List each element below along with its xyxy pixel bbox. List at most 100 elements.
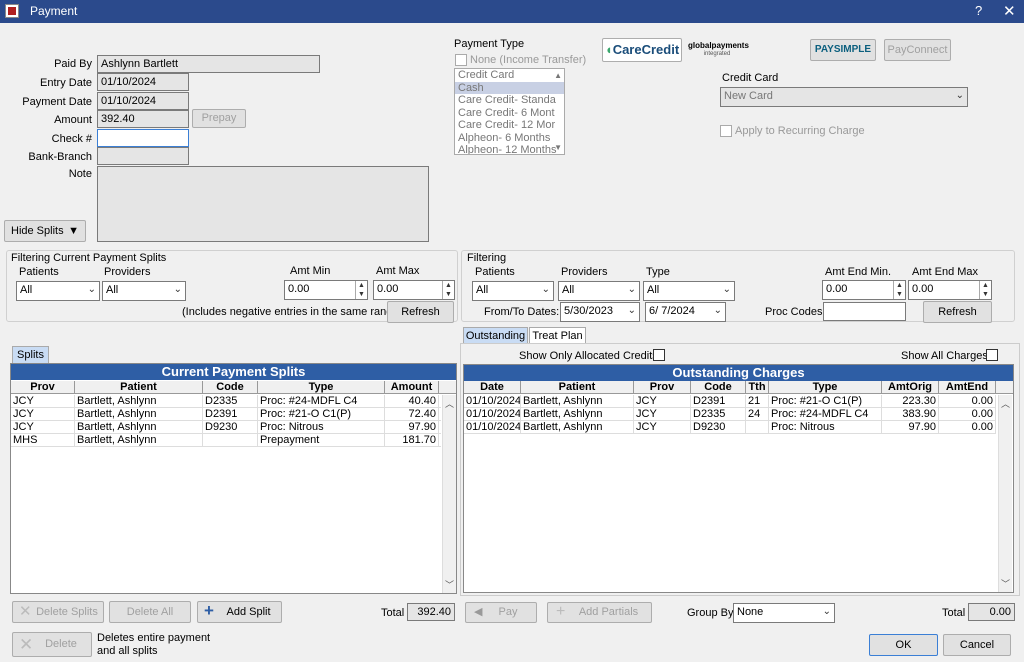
providers-select[interactable]: All ⌄	[102, 281, 186, 301]
cancel-button[interactable]: Cancel	[943, 634, 1011, 656]
close-button[interactable]: ✕	[1003, 2, 1016, 20]
filter-note: (Includes negative entries in the same r…	[182, 306, 403, 318]
group-by-select[interactable]: None ⌄	[733, 603, 835, 623]
out-providers-select[interactable]: All ⌄	[558, 281, 640, 301]
ok-button[interactable]: OK	[869, 634, 938, 656]
table-row[interactable]: MHS Bartlett, Ashlynn Prepayment 181.70	[11, 434, 441, 447]
delete-all-button[interactable]: Delete All	[109, 601, 191, 623]
bank-branch-field[interactable]	[97, 147, 189, 165]
out-type-value: All	[647, 284, 660, 296]
prepay-button[interactable]: Prepay	[192, 109, 246, 128]
paysimple-button[interactable]: PAYSIMPLE	[810, 39, 876, 61]
proc-codes-field[interactable]	[823, 302, 906, 321]
none-income-checkbox[interactable]	[455, 54, 467, 66]
column-header[interactable]: AmtOrig	[882, 381, 939, 393]
spinner-arrows-icon[interactable]: ▲ ▼	[355, 281, 367, 299]
tab-splits[interactable]: Splits	[12, 346, 49, 363]
spinner-arrows-icon[interactable]: ▲ ▼	[893, 281, 905, 299]
delete-button[interactable]: ✕ Delete	[12, 632, 92, 657]
from-date-value: 5/30/2023	[564, 305, 613, 317]
out-patients-select[interactable]: All ⌄	[472, 281, 554, 301]
show-all-charges-checkbox[interactable]	[986, 349, 998, 361]
tab-treat-plan[interactable]: Treat Plan	[529, 327, 586, 344]
amt-end-min-spinner[interactable]: 0.00 ▲ ▼	[822, 280, 906, 300]
add-split-button[interactable]: + Add Split	[197, 601, 282, 623]
column-header[interactable]: Code	[691, 381, 746, 393]
patients-value: All	[20, 284, 33, 296]
table-row[interactable]: 01/10/2024 Bartlett, Ashlynn JCY D2391 21 Pro…	[464, 395, 996, 408]
providers-label: Providers	[561, 266, 608, 278]
type-label: Type	[646, 266, 670, 278]
delete-icon: ✕	[19, 603, 32, 620]
table-row[interactable]: JCY Bartlett, Ashlynn D2391 Proc: #21-O C1(…	[11, 408, 441, 421]
scroll-up-icon[interactable]: ︿	[1001, 397, 1010, 410]
cell: 01/10/2024	[466, 395, 521, 407]
cell: Bartlett, Ashlynn	[75, 395, 203, 407]
splits-scrollbar[interactable]: ︿ ﹀	[442, 395, 456, 593]
column-header[interactable]: Patient	[521, 381, 634, 393]
outstanding-scrollbar[interactable]: ︿ ﹀	[998, 395, 1012, 592]
column-header[interactable]: Tth	[746, 381, 769, 393]
amt-min-spinner[interactable]: 0.00 ▲ ▼	[284, 280, 368, 300]
cell: 01/10/2024	[466, 408, 521, 420]
scroll-down-icon[interactable]: ﹀	[1001, 577, 1010, 590]
from-date-picker[interactable]: 5/30/2023 ⌄	[560, 302, 640, 322]
column-header[interactable]: Patient	[75, 381, 203, 393]
amt-max-spinner[interactable]: 0.00 ▲ ▼	[373, 280, 455, 300]
table-row[interactable]: JCY Bartlett, Ashlynn D9230 Proc: Nitrous 97…	[11, 421, 441, 434]
tab-outstanding[interactable]: Outstanding	[463, 327, 528, 344]
credit-card-select[interactable]: New Card ⌄	[720, 87, 968, 107]
patients-select[interactable]: All ⌄	[16, 281, 100, 301]
column-header[interactable]: Amount	[385, 381, 439, 393]
table-row[interactable]: JCY Bartlett, Ashlynn D2335 Proc: #24-MDFL …	[11, 395, 441, 408]
payment-date-field[interactable]: 01/10/2024	[97, 92, 189, 110]
list-item[interactable]: Alpheon- 12 Months	[455, 144, 564, 154]
payment-type-list[interactable]: Credit Card Cash Care Credit- Standa Car…	[454, 68, 565, 155]
column-header[interactable]: Date	[464, 381, 521, 393]
recurring-checkbox[interactable]	[720, 125, 732, 137]
cell: 181.70	[385, 434, 439, 446]
spinner-arrows-icon[interactable]: ▲ ▼	[442, 281, 454, 299]
amount-label: Amount	[54, 114, 92, 126]
column-header[interactable]: Prov	[11, 381, 75, 393]
delete-splits-button[interactable]: ✕ Delete Splits	[12, 601, 104, 623]
spinner-arrows-icon[interactable]: ▲ ▼	[979, 281, 991, 299]
table-row[interactable]: 01/10/2024 Bartlett, Ashlynn JCY D2335 24 Pro…	[464, 408, 996, 421]
refresh-outstanding-button[interactable]: Refresh	[923, 301, 992, 323]
cell: 0.00	[939, 395, 996, 407]
list-item[interactable]: Care Credit- 12 Mor	[455, 119, 564, 132]
carecredit-button[interactable]: ◖CareCredit	[602, 38, 682, 62]
amount-field[interactable]: 392.40	[97, 110, 189, 128]
pay-button[interactable]: ◀ Pay	[465, 602, 537, 623]
refresh-splits-button[interactable]: Refresh	[387, 301, 454, 323]
hide-splits-button[interactable]: Hide Splits ▼	[4, 220, 86, 242]
list-item[interactable]: Care Credit- 6 Mont	[455, 107, 564, 120]
list-item[interactable]: Alpheon- 6 Months	[455, 132, 564, 145]
scroll-up-icon[interactable]: ▲	[554, 71, 562, 80]
out-type-select[interactable]: All ⌄	[643, 281, 735, 301]
globalpayments-button[interactable]: globalpayments integrated	[688, 41, 749, 59]
amt-end-max-spinner[interactable]: 0.00 ▲ ▼	[908, 280, 992, 300]
payconnect-button[interactable]: PayConnect	[884, 39, 951, 61]
patients-label: Patients	[19, 266, 59, 278]
scroll-down-icon[interactable]: ﹀	[445, 578, 454, 591]
cell: D2335	[203, 395, 258, 407]
scroll-down-icon[interactable]: ▼	[554, 143, 562, 152]
show-allocated-checkbox[interactable]	[653, 349, 665, 361]
column-header[interactable]: Prov	[634, 381, 691, 393]
amt-max-value: 0.00	[377, 283, 399, 295]
scroll-up-icon[interactable]: ︿	[445, 397, 454, 410]
help-button[interactable]: ?	[975, 3, 982, 18]
column-header[interactable]: Code	[203, 381, 258, 393]
to-date-picker[interactable]: 6/ 7/2024 ⌄	[645, 302, 726, 322]
note-field[interactable]	[97, 166, 429, 242]
column-header[interactable]: Type	[769, 381, 882, 393]
list-item[interactable]: Credit Card	[455, 69, 564, 82]
column-header[interactable]: AmtEnd	[939, 381, 996, 393]
list-item[interactable]: Cash	[455, 81, 564, 94]
check-field[interactable]	[97, 129, 189, 147]
table-row[interactable]: 01/10/2024 Bartlett, Ashlynn JCY D9230 Proc:…	[464, 421, 996, 434]
list-item[interactable]: Care Credit- Standa	[455, 94, 564, 107]
add-partials-button[interactable]: + Add Partials	[547, 602, 652, 623]
column-header[interactable]: Type	[258, 381, 385, 393]
